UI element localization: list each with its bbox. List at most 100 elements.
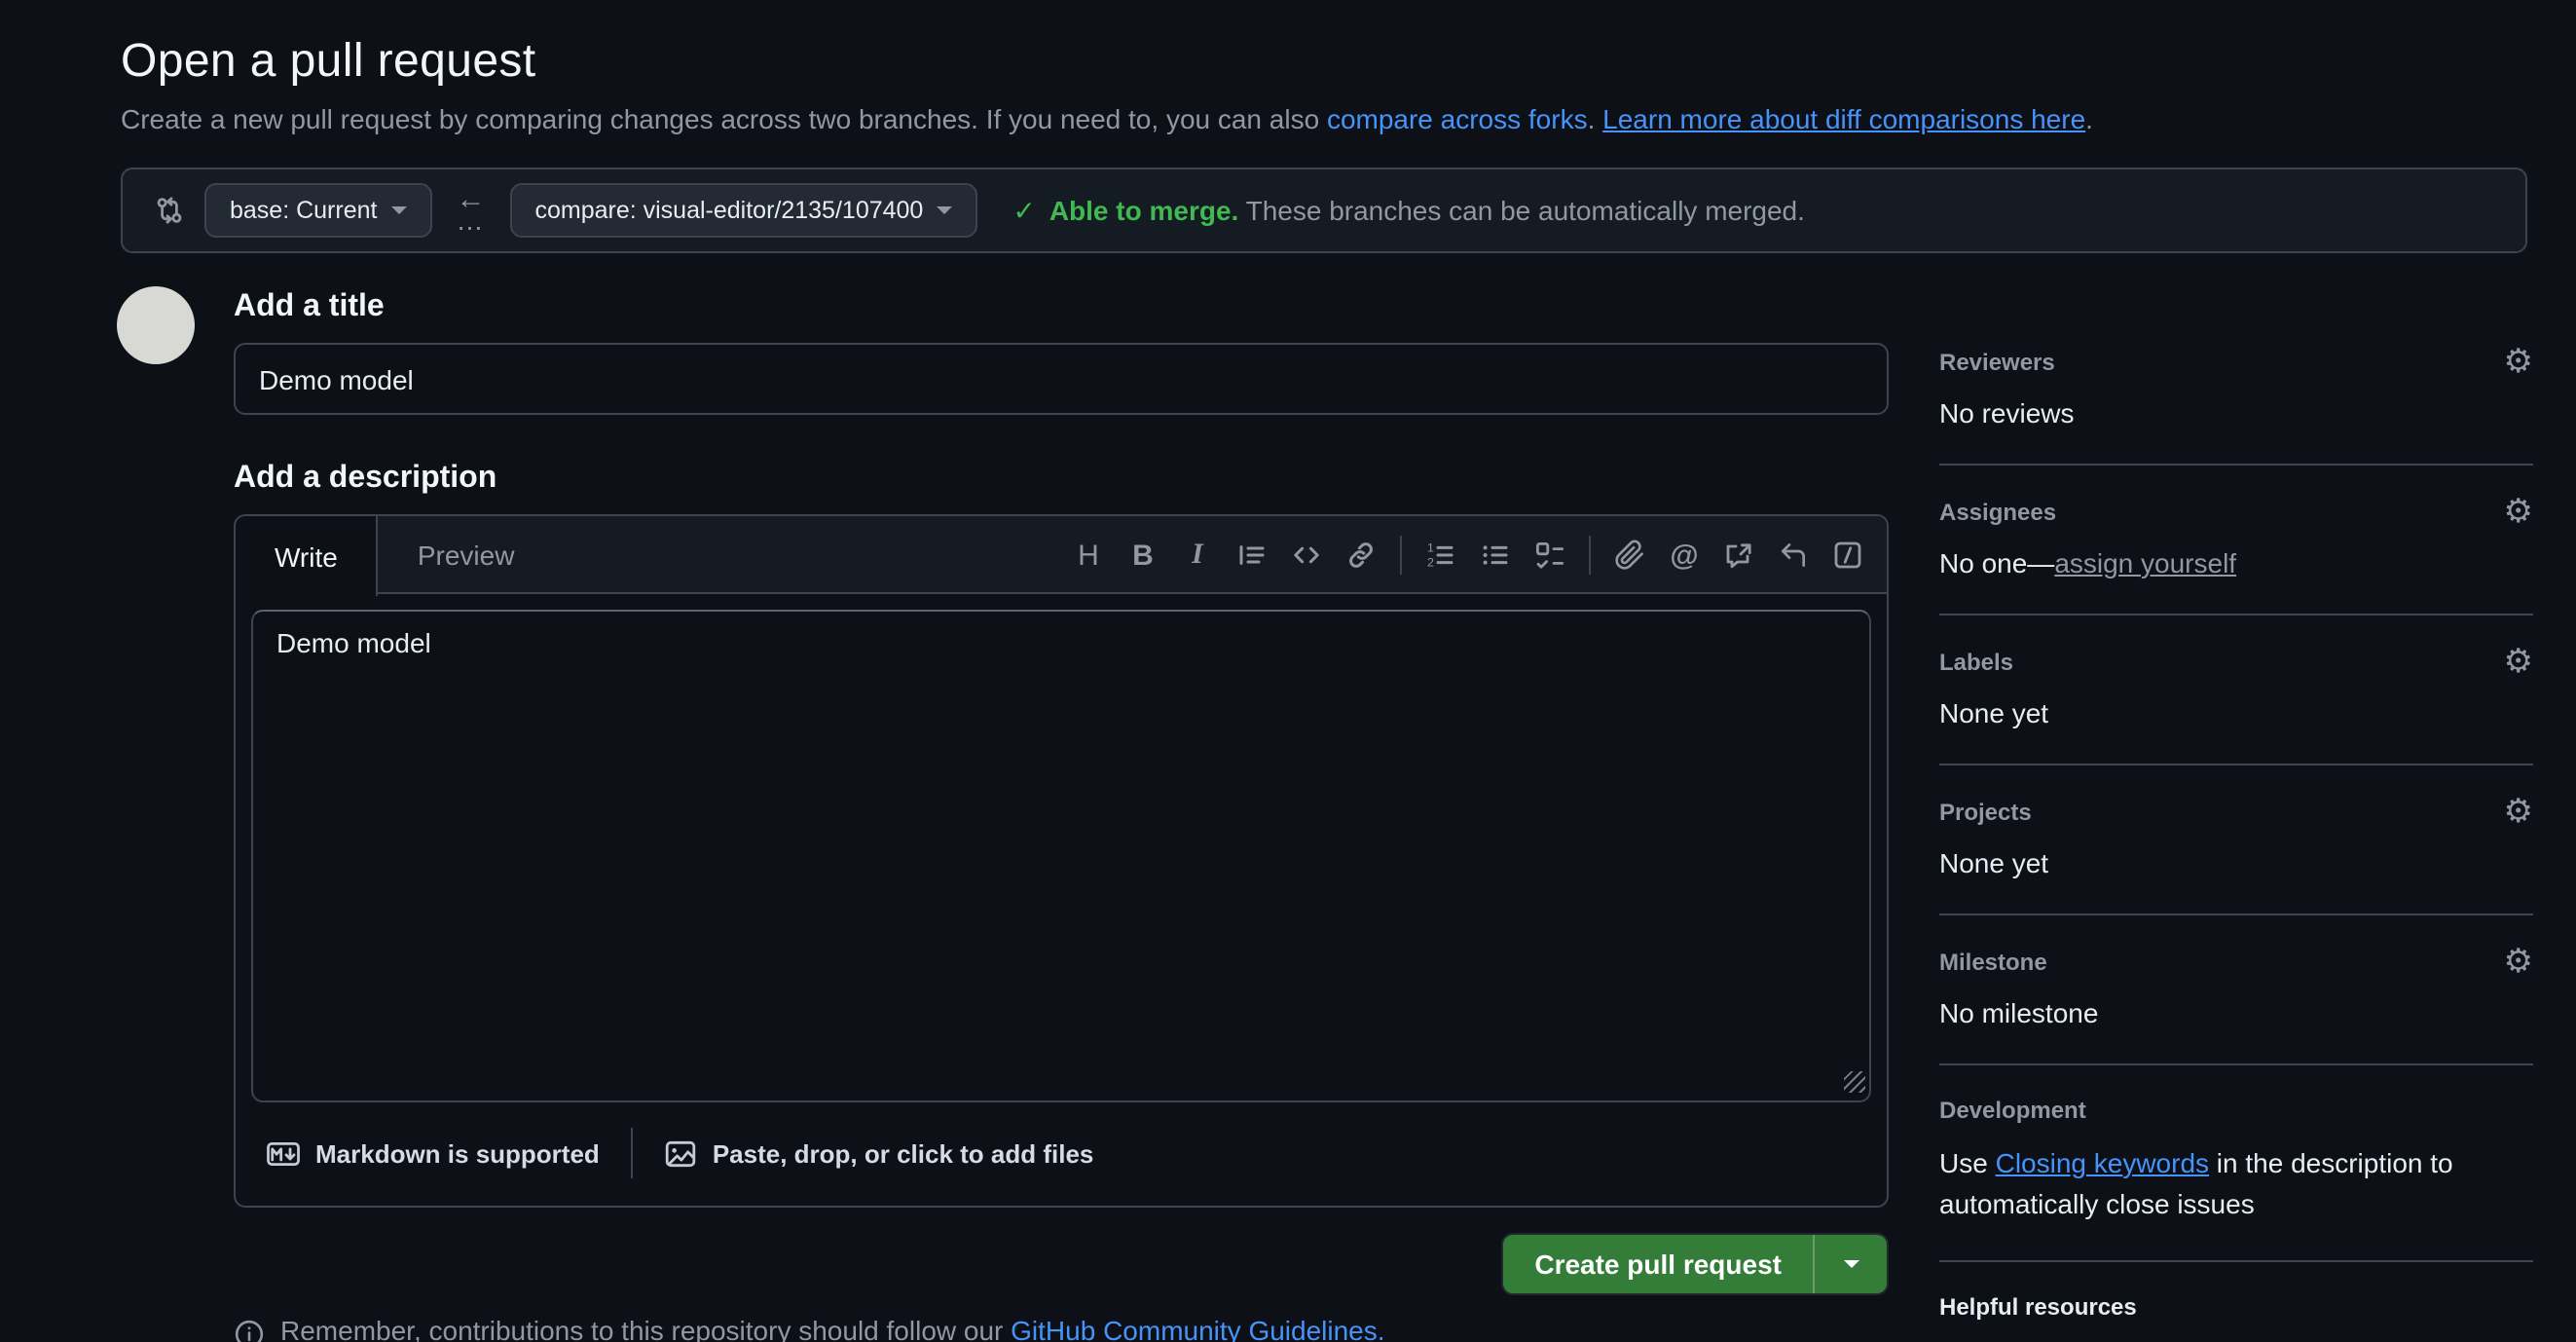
reply-icon bbox=[1778, 540, 1809, 571]
assign-yourself-link[interactable]: assign yourself bbox=[2054, 547, 2236, 578]
footer-separator bbox=[631, 1128, 633, 1178]
bullet-list-icon bbox=[1480, 540, 1511, 571]
title-label: Add a title bbox=[234, 290, 1889, 325]
attach-files-button[interactable]: Paste, drop, or click to add files bbox=[664, 1137, 1094, 1170]
compare-direction-arrow: ← … bbox=[451, 189, 490, 232]
toolbar-separator bbox=[1589, 536, 1591, 575]
link-icon bbox=[1345, 540, 1377, 571]
development-label: Development bbox=[1939, 1097, 2086, 1124]
chevron-down-icon bbox=[937, 206, 952, 214]
code-icon bbox=[1291, 540, 1322, 571]
sidebar-section-projects: Projects ⚙ None yet bbox=[1939, 765, 2533, 915]
editor-body: Demo model bbox=[236, 594, 1887, 1102]
compare-branch-selector[interactable]: compare: visual-editor/2135/107400 bbox=[509, 183, 977, 238]
helpful-resources-label: Helpful resources bbox=[1939, 1293, 2137, 1321]
heading-button[interactable]: H bbox=[1061, 528, 1116, 582]
bold-icon: B bbox=[1132, 539, 1154, 572]
gear-icon[interactable]: ⚙ bbox=[2504, 347, 2534, 378]
markdown-toolbar: H B I bbox=[1061, 516, 1887, 594]
svg-text:2: 2 bbox=[1427, 556, 1434, 570]
sidebar-section-development: Development Use Closing keywords in the … bbox=[1939, 1065, 2533, 1262]
assignees-label: Assignees bbox=[1939, 499, 2056, 526]
numbered-list-button[interactable]: 12 bbox=[1414, 528, 1468, 582]
projects-value: None yet bbox=[1939, 847, 2533, 878]
page-title: Open a pull request bbox=[121, 35, 2527, 90]
development-text: Use Closing keywords in the description … bbox=[1939, 1143, 2533, 1225]
projects-label: Projects bbox=[1939, 799, 2032, 826]
merge-status-detail: These branches can be automatically merg… bbox=[1246, 195, 1805, 226]
heading-icon: H bbox=[1078, 539, 1099, 572]
mention-button[interactable]: @ bbox=[1657, 528, 1711, 582]
sidebar-section-milestone: Milestone ⚙ No milestone bbox=[1939, 915, 2533, 1065]
sidebar-section-assignees: Assignees ⚙ No one—assign yourself bbox=[1939, 466, 2533, 615]
paperclip-icon bbox=[1614, 540, 1645, 571]
compare-across-forks-link[interactable]: compare across forks bbox=[1327, 103, 1588, 134]
link-button[interactable] bbox=[1334, 528, 1388, 582]
quote-icon bbox=[1236, 540, 1268, 571]
description-textarea[interactable]: Demo model bbox=[251, 610, 1871, 1102]
bold-button[interactable]: B bbox=[1116, 528, 1170, 582]
italic-button[interactable]: I bbox=[1170, 528, 1225, 582]
gear-icon[interactable]: ⚙ bbox=[2504, 647, 2534, 678]
gear-icon[interactable]: ⚙ bbox=[2504, 797, 2534, 828]
base-branch-selector[interactable]: base: Current bbox=[204, 183, 431, 238]
subtitle-text: Create a new pull request by comparing c… bbox=[121, 103, 1327, 134]
ellipsis-icon: … bbox=[456, 210, 485, 232]
markdown-supported-link[interactable]: Markdown is supported bbox=[267, 1137, 600, 1170]
slash-commands-icon bbox=[1832, 540, 1863, 571]
closing-keywords-link[interactable]: Closing keywords bbox=[1996, 1147, 2209, 1178]
attach-file-button[interactable] bbox=[1602, 528, 1657, 582]
markdown-icon bbox=[267, 1137, 300, 1170]
code-button[interactable] bbox=[1279, 528, 1334, 582]
cross-reference-icon bbox=[1723, 540, 1754, 571]
community-guidelines-link[interactable]: GitHub Community Guidelines. bbox=[1011, 1315, 1384, 1342]
numbered-list-icon: 12 bbox=[1425, 540, 1456, 571]
merge-status: ✓ Able to merge. These branches can be a… bbox=[1012, 194, 1805, 227]
cross-reference-button[interactable] bbox=[1711, 528, 1766, 582]
page-subtitle: Create a new pull request by comparing c… bbox=[121, 103, 2527, 134]
mention-icon: @ bbox=[1670, 539, 1698, 572]
gear-icon[interactable]: ⚙ bbox=[2504, 947, 2534, 978]
reviewers-value: No reviews bbox=[1939, 397, 2533, 429]
milestone-value: No milestone bbox=[1939, 997, 2533, 1028]
description-label: Add a description bbox=[234, 462, 1889, 497]
svg-text:1: 1 bbox=[1427, 541, 1434, 555]
slash-commands-button[interactable] bbox=[1821, 528, 1875, 582]
image-icon bbox=[664, 1137, 697, 1170]
chevron-down-icon bbox=[1843, 1260, 1858, 1268]
toolbar-separator bbox=[1400, 536, 1402, 575]
check-icon: ✓ bbox=[1012, 194, 1035, 227]
tab-preview[interactable]: Preview bbox=[379, 516, 554, 594]
tab-write[interactable]: Write bbox=[236, 516, 379, 596]
editor-header: Write Preview H B I bbox=[236, 516, 1887, 594]
labels-label: Labels bbox=[1939, 649, 2013, 676]
sidebar-section-reviewers: Reviewers ⚙ No reviews bbox=[1939, 323, 2533, 466]
title-input[interactable] bbox=[234, 343, 1889, 415]
branch-compare-bar: base: Current ← … compare: visual-editor… bbox=[121, 168, 2527, 253]
create-pull-request-button[interactable]: Create pull request bbox=[1503, 1235, 1813, 1293]
bullet-list-button[interactable] bbox=[1468, 528, 1523, 582]
gear-icon[interactable]: ⚙ bbox=[2504, 497, 2534, 528]
sidebar-section-helpful-resources: Helpful resources GitHub Community Guide… bbox=[1939, 1262, 2533, 1342]
labels-value: None yet bbox=[1939, 697, 2533, 728]
quote-button[interactable] bbox=[1225, 528, 1279, 582]
milestone-label: Milestone bbox=[1939, 949, 2047, 976]
description-editor: Write Preview H B I bbox=[234, 514, 1889, 1208]
git-compare-icon bbox=[154, 195, 185, 226]
info-icon bbox=[234, 1319, 265, 1342]
editor-footer: Markdown is supported Paste, drop, or cl… bbox=[236, 1102, 1887, 1206]
diff-comparisons-link[interactable]: Learn more about diff comparisons here bbox=[1602, 103, 2085, 134]
reviewers-label: Reviewers bbox=[1939, 349, 2055, 376]
task-list-icon bbox=[1534, 540, 1565, 571]
task-list-button[interactable] bbox=[1523, 528, 1577, 582]
open-pull-request-page: Open a pull request Create a new pull re… bbox=[0, 0, 2576, 1342]
merge-status-bold: Able to merge. bbox=[1049, 195, 1239, 226]
avatar bbox=[117, 286, 195, 364]
sidebar-section-labels: Labels ⚙ None yet bbox=[1939, 615, 2533, 765]
submit-row: Create pull request bbox=[234, 1233, 1889, 1295]
chevron-down-icon bbox=[390, 206, 406, 214]
textarea-resize-handle[interactable] bbox=[1844, 1071, 1865, 1093]
contribution-note: Remember, contributions to this reposito… bbox=[234, 1315, 1889, 1342]
reply-button[interactable] bbox=[1766, 528, 1821, 582]
create-pr-options-button[interactable] bbox=[1813, 1235, 1887, 1293]
